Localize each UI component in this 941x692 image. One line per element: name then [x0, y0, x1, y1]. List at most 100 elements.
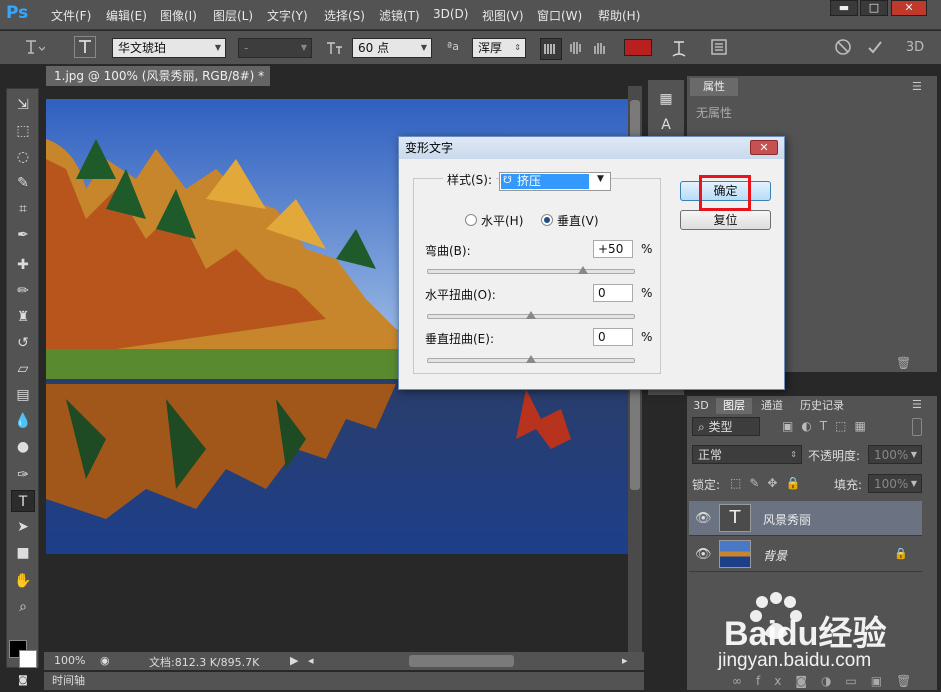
tab-channels[interactable]: 通道 [756, 398, 788, 414]
bend-input[interactable]: +50 [593, 240, 633, 258]
bend-slider[interactable] [427, 269, 635, 274]
antialias-select[interactable]: 浑厚 ⇕ [472, 38, 526, 58]
menu-filter[interactable]: 滤镜(T) [379, 7, 420, 24]
commit-edit-icon[interactable] [864, 38, 886, 60]
zoom-tool-icon[interactable]: ⌕ [11, 596, 35, 618]
minimize-button[interactable]: ▬ [830, 0, 858, 16]
fill-input[interactable]: 100% ▼ [868, 474, 922, 493]
blend-mode-value: 正常 [698, 448, 723, 462]
quick-mask-icon[interactable]: ◙ [11, 674, 35, 688]
lock-options-icons[interactable]: ⬚✎✥🔒 [730, 476, 808, 490]
layer-name[interactable]: 背景 [763, 547, 787, 564]
menu-file[interactable]: 文件(F) [51, 7, 91, 24]
align-left-icon[interactable] [540, 38, 562, 60]
cancel-edit-icon[interactable] [832, 38, 854, 60]
align-center-icon[interactable] [565, 38, 587, 62]
hand-tool-icon[interactable]: ✋ [11, 570, 35, 592]
document-tab[interactable]: 1.jpg @ 100% (风景秀丽, RGB/8#) * × [46, 66, 270, 103]
eyedropper-tool-icon[interactable]: ✒ [11, 224, 35, 246]
text-orientation-toggle-icon[interactable] [74, 36, 96, 58]
lasso-tool-icon[interactable]: ◌ [11, 146, 35, 168]
layers-panel-menu-icon[interactable]: ☰ [912, 398, 922, 411]
layer-panel-footer-icons[interactable]: ∞fx◙◑▭▣🗑 [732, 674, 925, 688]
eraser-tool-icon[interactable]: ▱ [11, 358, 35, 380]
menu-window[interactable]: 窗口(W) [537, 7, 582, 24]
eye-icon[interactable]: 👁 [695, 547, 712, 562]
horizontal-distortion-input[interactable]: 0 [593, 284, 633, 302]
menu-edit[interactable]: 编辑(E) [106, 7, 147, 24]
text-color-swatch[interactable] [624, 39, 652, 56]
tab-3d[interactable]: 3D [689, 398, 713, 414]
horizontal-radio[interactable] [465, 214, 477, 226]
menu-help[interactable]: 帮助(H) [598, 7, 640, 24]
pen-tool-icon[interactable]: ✑ [11, 464, 35, 486]
eye-icon[interactable]: 👁 [695, 511, 712, 526]
font-style-select[interactable]: - ▼ [238, 38, 312, 58]
layer-row-background[interactable]: 👁 背景 🔒 [689, 537, 922, 572]
character-panel-icon[interactable]: A [654, 114, 678, 136]
move-tool-icon[interactable]: ⇲ [11, 94, 35, 116]
layer-filter-icons[interactable]: ▣◐T⬚▦ [782, 419, 874, 433]
watermark-brand: Baidu经验 [724, 615, 887, 653]
font-size-select[interactable]: 60 点 ▼ [352, 38, 432, 58]
dodge-tool-icon[interactable]: ● [11, 436, 35, 458]
history-brush-tool-icon[interactable]: ↺ [11, 332, 35, 354]
share-icon[interactable]: ◉ [100, 654, 110, 667]
crop-tool-icon[interactable]: ⌗ [11, 198, 35, 220]
scroll-right-icon[interactable]: ▸ [622, 654, 628, 667]
timeline-panel[interactable]: 时间轴 [44, 672, 644, 690]
layer-name[interactable]: 风景秀丽 [763, 511, 811, 528]
menu-type[interactable]: 文字(Y) [267, 7, 308, 24]
quick-select-tool-icon[interactable]: ✎ [11, 172, 35, 194]
type-tool-preset-icon[interactable] [22, 38, 46, 60]
rectangle-tool-icon[interactable]: ■ [11, 542, 35, 564]
lock-label: 锁定: [692, 478, 721, 492]
reset-button[interactable]: 复位 [680, 210, 771, 230]
clone-stamp-tool-icon[interactable]: ♜ [11, 306, 35, 328]
tab-history[interactable]: 历史记录 [792, 398, 852, 414]
font-family-value: 华文琥珀 [118, 41, 167, 55]
horizontal-distortion-thumb[interactable] [526, 311, 536, 319]
maximize-button[interactable]: □ [860, 0, 888, 16]
tab-properties[interactable]: 属性 [690, 78, 738, 96]
opacity-label: 不透明度: [808, 449, 861, 463]
vertical-distortion-input[interactable]: 0 [593, 328, 633, 346]
healing-brush-tool-icon[interactable]: ✚ [11, 254, 35, 276]
menu-3d[interactable]: 3D(D) [433, 7, 468, 21]
zoom-level[interactable]: 100% [54, 654, 85, 667]
blend-mode-select[interactable]: 正常 ⇕ [692, 445, 802, 464]
gradient-tool-icon[interactable]: ▤ [11, 384, 35, 406]
path-select-tool-icon[interactable]: ➤ [11, 516, 35, 538]
blur-tool-icon[interactable]: 💧 [11, 410, 35, 432]
style-select[interactable]: 挤压 ☋ ▼ [499, 172, 611, 191]
menu-image[interactable]: 图像(I) [160, 7, 197, 24]
font-family-select[interactable]: 华文琥珀 ▼ [112, 38, 226, 58]
menu-select[interactable]: 选择(S) [324, 7, 365, 24]
vertical-radio[interactable] [541, 214, 553, 226]
warp-text-icon[interactable] [668, 37, 690, 63]
menu-view[interactable]: 视图(V) [482, 7, 524, 24]
layer-filter-select[interactable]: ⌕ 类型 [692, 417, 760, 436]
layer-row-text[interactable]: 👁 T 风景秀丽 [689, 501, 922, 536]
opacity-input[interactable]: 100% ▼ [868, 445, 922, 464]
tab-layers[interactable]: 图层 [716, 398, 752, 414]
horizontal-scrollbar-thumb[interactable] [409, 655, 514, 667]
panel-menu-icon[interactable]: ☰ [912, 80, 922, 93]
background-color-swatch[interactable] [19, 650, 37, 668]
history-panel-icon[interactable]: ▦ [654, 88, 678, 110]
filter-toggle-switch[interactable] [912, 418, 922, 436]
marquee-tool-icon[interactable]: ⬚ [11, 120, 35, 142]
scroll-left-icon[interactable]: ◂ [308, 654, 314, 667]
type-tool-icon[interactable]: T [11, 490, 35, 512]
vertical-distortion-thumb[interactable] [526, 355, 536, 363]
trash-icon[interactable]: 🗑 [896, 356, 911, 370]
align-right-icon[interactable] [589, 38, 611, 62]
brush-tool-icon[interactable]: ✏ [11, 280, 35, 302]
menu-layer[interactable]: 图层(L) [213, 7, 253, 24]
dialog-close-button[interactable]: ✕ [750, 140, 778, 155]
3d-icon[interactable]: 3D [902, 40, 928, 55]
window-close-button[interactable]: ✕ [891, 0, 927, 16]
bend-slider-thumb[interactable] [578, 266, 588, 274]
status-menu-arrow-icon[interactable]: ▶ [290, 654, 298, 667]
character-panel-icon[interactable] [708, 37, 730, 61]
